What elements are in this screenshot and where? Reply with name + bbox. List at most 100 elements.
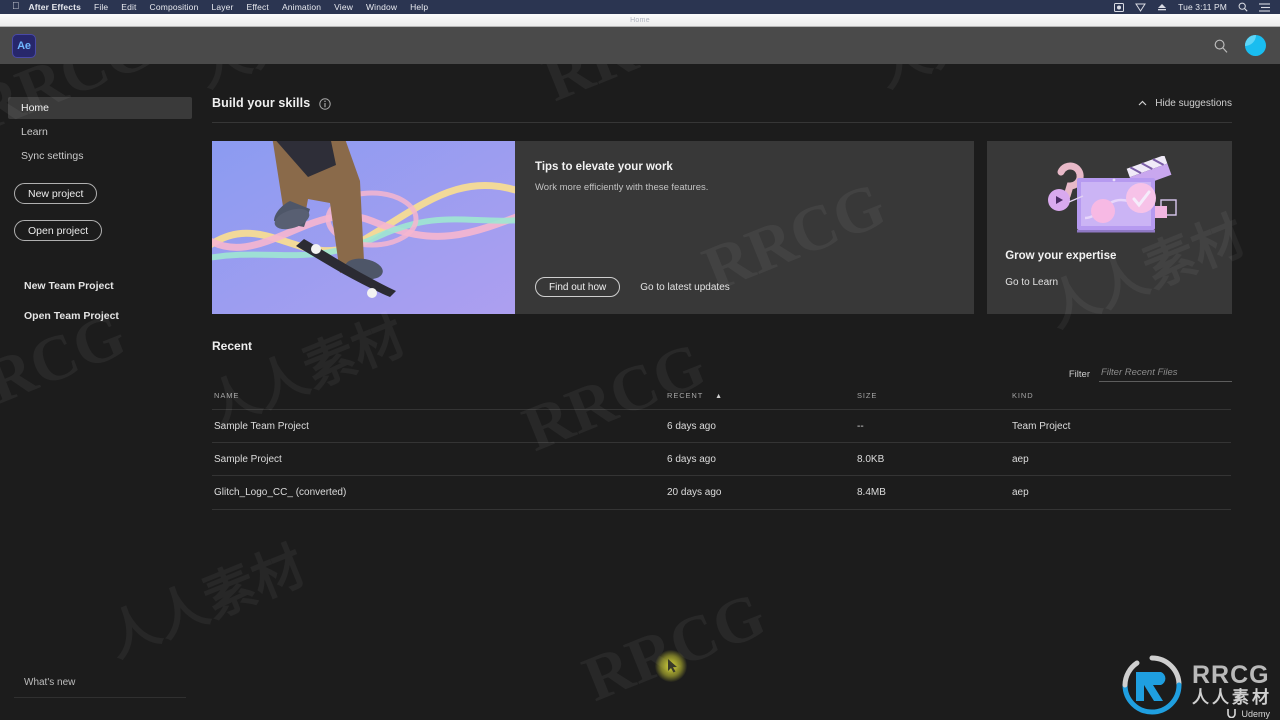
cell-kind: aep (1010, 475, 1231, 509)
shield-icon[interactable] (1135, 3, 1147, 12)
cell-recent: 20 days ago (665, 475, 855, 509)
info-icon[interactable] (319, 97, 331, 110)
menu-layer[interactable]: Layer (211, 2, 233, 12)
sidebar-item-label: Learn (21, 126, 48, 138)
cell-kind: aep (1010, 442, 1231, 476)
cell-recent: 6 days ago (665, 442, 855, 476)
grow-expertise-card[interactable]: Grow your expertise Go to Learn (987, 141, 1232, 314)
table-row[interactable]: Sample Team Project 6 days ago -- Team P… (212, 409, 1231, 443)
column-header-size[interactable]: SIZE (855, 391, 1010, 410)
column-label: NAME (214, 391, 240, 400)
menu-window[interactable]: Window (366, 2, 397, 12)
after-effects-logo-icon: Ae (12, 33, 36, 58)
tips-card-actions: Find out how Go to latest updates (535, 277, 730, 297)
new-project-button[interactable]: New project (14, 183, 98, 204)
control-center-icon[interactable] (1259, 2, 1270, 12)
learning-illustration (1005, 155, 1214, 241)
cell-name: Sample Team Project (212, 409, 665, 443)
screen-record-icon[interactable] (1114, 2, 1125, 12)
cell-recent: 6 days ago (665, 409, 855, 443)
column-label: RECENT (667, 391, 704, 400)
cell-size: 8.4MB (855, 475, 1010, 509)
menu-edit[interactable]: Edit (121, 2, 136, 12)
window-title-bar: Home (0, 14, 1280, 27)
search-icon[interactable] (1213, 38, 1229, 54)
tips-card-title: Tips to elevate your work (535, 161, 673, 173)
column-header-kind[interactable]: KIND (1010, 391, 1231, 410)
table-header-row: NAME RECENT ▲ SIZE KIND (212, 391, 1231, 410)
whats-new-link[interactable]: What's new (24, 677, 75, 688)
table-header: NAME RECENT ▲ SIZE KIND (212, 391, 1231, 410)
table-body: Sample Team Project 6 days ago -- Team P… (212, 409, 1231, 509)
rrcg-mark-icon (1122, 655, 1182, 715)
cell-kind: Team Project (1010, 409, 1231, 443)
divider (212, 122, 1232, 123)
tips-card-body: Tips to elevate your work Work more effi… (515, 141, 974, 314)
table-row[interactable]: Glitch_Logo_CC_ (converted) 20 days ago … (212, 475, 1231, 509)
filter-label: Filter (1068, 369, 1090, 380)
menu-view[interactable]: View (334, 2, 353, 12)
app-body: Home Learn Sync settings New project Ope… (0, 64, 1280, 720)
udemy-label: Udemy (1241, 708, 1270, 719)
sidebar-item-label: Home (21, 102, 50, 114)
rrcg-wordmark: RRCG 人人素材 (1192, 663, 1272, 707)
divider (14, 697, 186, 698)
recent-files-table: NAME RECENT ▲ SIZE KIND Sample Team Proj… (212, 391, 1231, 509)
cell-name: Sample Project (212, 442, 665, 476)
suggestion-cards: Tips to elevate your work Work more effi… (212, 141, 1232, 314)
skateboarder-hero-image (212, 141, 515, 314)
sidebar-item-home[interactable]: Home (8, 97, 192, 119)
cell-name: Glitch_Logo_CC_ (converted) (212, 475, 665, 509)
sidebar-item-label: Sync settings (21, 150, 84, 162)
cell-size: -- (855, 409, 1010, 443)
window-title: Home (630, 16, 650, 24)
menu-file[interactable]: File (94, 2, 108, 12)
new-team-project-link[interactable]: New Team Project (24, 277, 200, 295)
find-out-how-button[interactable]: Find out how (535, 277, 621, 297)
recent-heading: Recent (212, 339, 253, 353)
divider (212, 508, 1231, 510)
column-header-name[interactable]: NAME (212, 391, 665, 410)
hide-suggestions-label: Hide suggestions (1155, 97, 1232, 109)
toolbar-right-actions (1213, 35, 1266, 56)
sidebar-item-learn[interactable]: Learn (8, 121, 192, 143)
build-your-skills-header: Build your skills Hide suggestions (212, 94, 1232, 112)
menu-app-name[interactable]: After Effects (29, 2, 82, 12)
cell-size: 8.0KB (855, 442, 1010, 476)
column-header-recent[interactable]: RECENT ▲ (665, 391, 855, 410)
udemy-badge: Udemy (1226, 707, 1270, 720)
macos-menu-bar:  After Effects File Edit Composition La… (0, 0, 1280, 14)
rrcg-brand-text: RRCG (1192, 661, 1270, 689)
sidebar: Home Learn Sync settings New project Ope… (0, 64, 200, 720)
app-toolbar: Ae (0, 27, 1280, 64)
menu-help[interactable]: Help (410, 2, 428, 12)
main-content: Build your skills Hide suggestions Tips … (200, 64, 1280, 720)
menu-effect[interactable]: Effect (246, 2, 268, 12)
open-team-project-link[interactable]: Open Team Project (24, 307, 200, 325)
table-row[interactable]: Sample Project 6 days ago 8.0KB aep (212, 442, 1231, 476)
eject-icon[interactable] (1157, 3, 1167, 11)
sort-asc-icon: ▲ (715, 393, 723, 400)
menu-animation[interactable]: Animation (282, 2, 321, 12)
tips-card[interactable]: Tips to elevate your work Work more effi… (212, 141, 975, 314)
menu-bar-status-area: Tue 3:11 PM (1114, 2, 1274, 12)
open-project-button[interactable]: Open project (14, 220, 103, 241)
tips-card-subtitle: Work more efficiently with these feature… (535, 182, 709, 193)
sidebar-item-sync-settings[interactable]: Sync settings (8, 145, 192, 167)
spotlight-search-icon[interactable] (1238, 2, 1248, 12)
avatar[interactable] (1245, 35, 1266, 56)
go-to-learn-link[interactable]: Go to Learn (1005, 277, 1058, 288)
udemy-icon (1226, 707, 1237, 720)
grow-card-title: Grow your expertise (1005, 250, 1117, 262)
filter-input[interactable] (1099, 367, 1232, 382)
apple-icon[interactable]:  (12, 2, 20, 12)
column-label: SIZE (857, 391, 878, 400)
filter-row: Filter (212, 367, 1232, 382)
menu-bar-clock[interactable]: Tue 3:11 PM (1178, 2, 1227, 12)
go-to-latest-updates-link[interactable]: Go to latest updates (640, 282, 730, 293)
menu-composition[interactable]: Composition (150, 2, 199, 12)
rrcg-brand-text-cn: 人人素材 (1192, 688, 1272, 708)
hide-suggestions-button[interactable]: Hide suggestions (1138, 98, 1232, 109)
